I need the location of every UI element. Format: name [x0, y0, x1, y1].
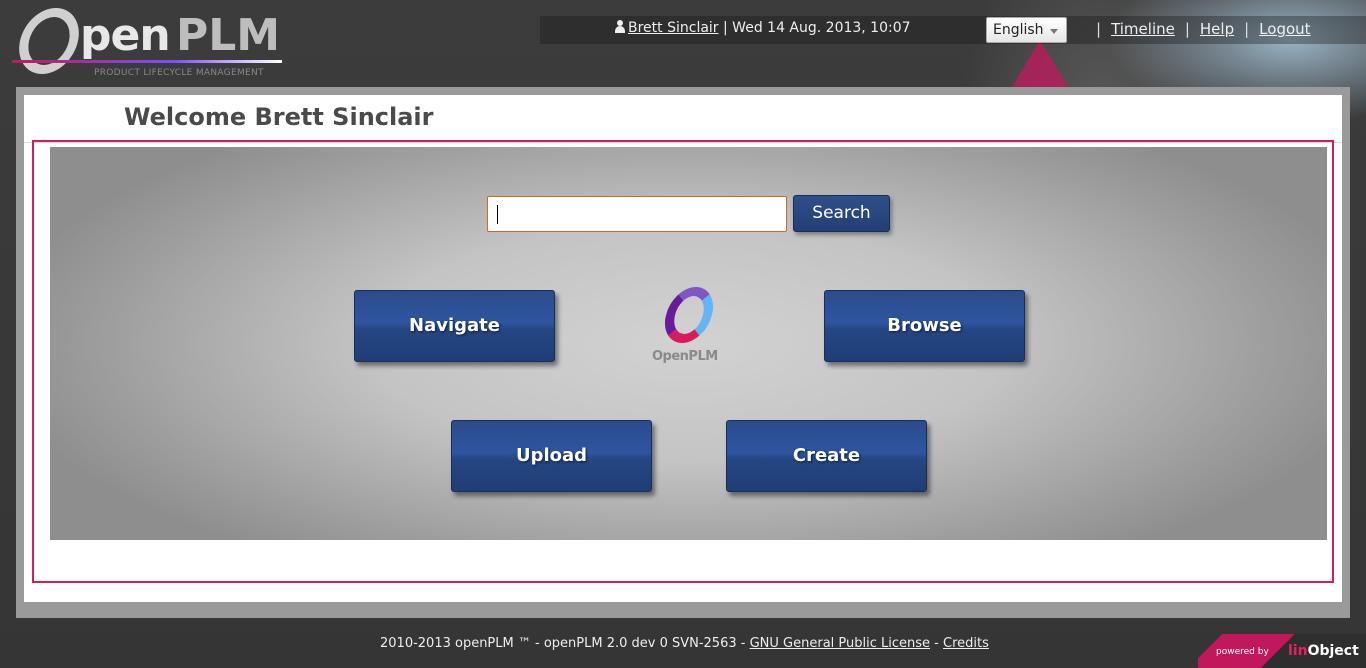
nav-logout-link[interactable]: Logout	[1259, 20, 1310, 38]
navigate-button[interactable]: Navigate	[354, 290, 555, 362]
text-cursor	[497, 205, 498, 224]
nav-separator: |	[1184, 20, 1190, 38]
nav-timeline-link[interactable]: Timeline	[1111, 20, 1175, 38]
powered-by-label: powered by	[1216, 647, 1269, 657]
create-button[interactable]: Create	[726, 420, 927, 492]
logo-underline	[12, 60, 282, 63]
user-icon	[614, 20, 626, 33]
logo-text-pen: pen	[80, 10, 171, 61]
page-title: Welcome Brett Sinclair	[124, 103, 434, 131]
user-name-link[interactable]: Brett Sinclair	[628, 20, 719, 36]
language-value: English	[993, 22, 1044, 38]
language-select[interactable]: English	[986, 17, 1067, 43]
license-link[interactable]: GNU General Public License	[750, 636, 930, 651]
background-accent	[1010, 40, 1070, 90]
logo-text-plm: PLM	[176, 10, 281, 61]
chevron-down-icon	[1050, 29, 1058, 34]
openplm-ring-icon	[659, 287, 719, 343]
logo-o-icon	[12, 8, 86, 74]
header-nav: | Timeline | Help | Logout	[1086, 20, 1311, 38]
upload-button[interactable]: Upload	[451, 420, 652, 492]
credits-link[interactable]: Credits	[943, 636, 989, 651]
user-info: Brett Sinclair | Wed 14 Aug. 2013, 10:07	[614, 20, 911, 36]
nav-help-link[interactable]: Help	[1200, 20, 1234, 38]
browse-button[interactable]: Browse	[824, 290, 1025, 362]
nav-separator: |	[1244, 20, 1250, 38]
footer-copyright: 2010-2013 openPLM ™ - openPLM 2.0 dev 0 …	[380, 636, 750, 651]
nav-separator: |	[1096, 20, 1102, 38]
linobject-logo-lin: lin	[1288, 643, 1308, 659]
linobject-logo-object: Object	[1307, 643, 1359, 659]
footer-text: 2010-2013 openPLM ™ - openPLM 2.0 dev 0 …	[380, 632, 989, 656]
footer-dash: -	[930, 636, 943, 651]
logo-tagline: PRODUCT LIFECYCLE MANAGEMENT	[94, 68, 264, 78]
datetime: | Wed 14 Aug. 2013, 10:07	[723, 20, 911, 36]
openplm-logo[interactable]: pen PLM PRODUCT LIFECYCLE MANAGEMENT	[12, 6, 287, 82]
search-input[interactable]	[487, 196, 787, 232]
linobject-logo: linObject	[1288, 643, 1359, 659]
footer: 2010-2013 openPLM ™ - openPLM 2.0 dev 0 …	[0, 632, 1366, 668]
center-logo-text: OpenPLM	[652, 349, 718, 364]
center-logo: OpenPLM	[650, 285, 730, 371]
powered-by-badge[interactable]: powered by linObject	[1198, 634, 1366, 668]
search-button[interactable]: Search	[793, 195, 890, 232]
